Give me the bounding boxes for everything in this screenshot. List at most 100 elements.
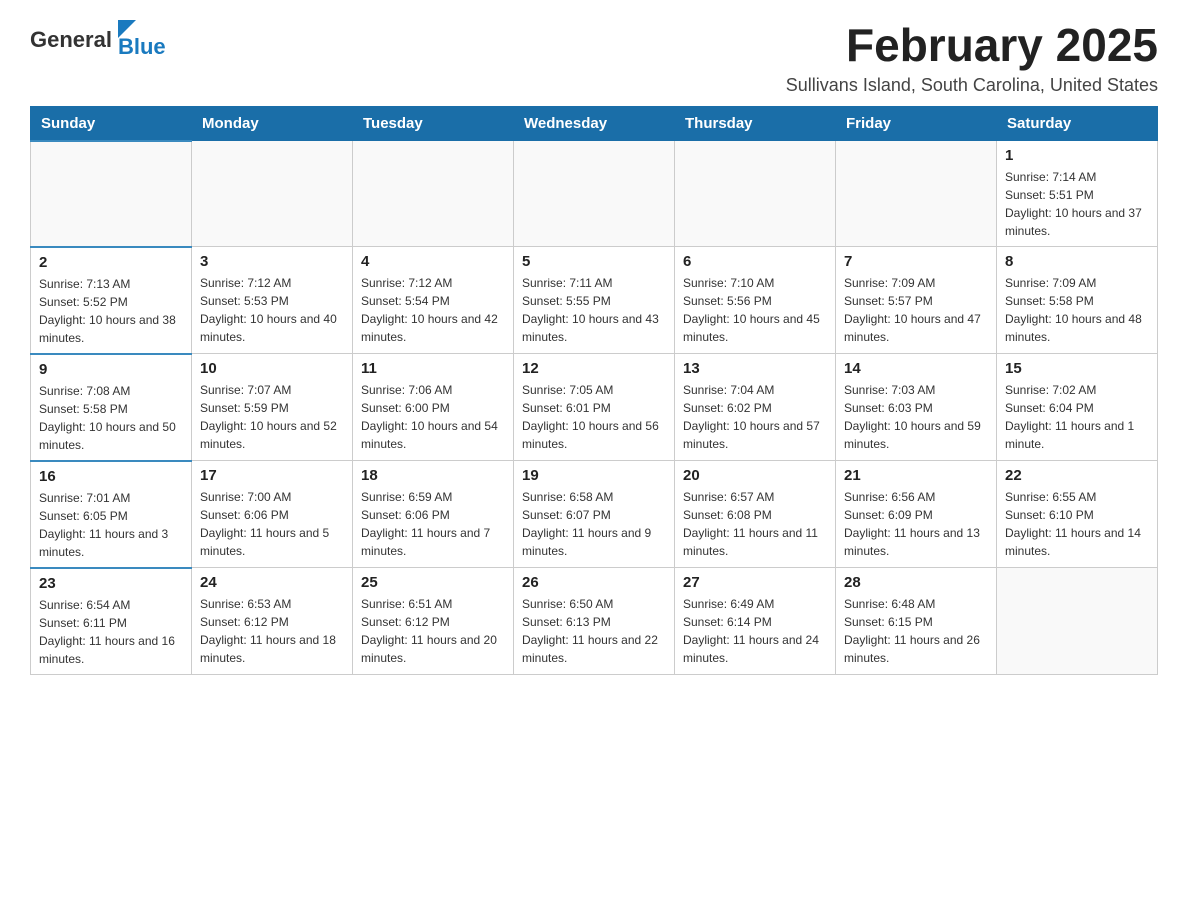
day-number: 14 <box>844 360 988 377</box>
day-number: 20 <box>683 467 827 484</box>
calendar-cell: 13 Sunrise: 7:04 AMSunset: 6:02 PMDayligh… <box>675 354 836 461</box>
calendar-cell: 27 Sunrise: 6:49 AMSunset: 6:14 PMDayligh… <box>675 568 836 675</box>
logo-blue: Blue <box>118 34 166 60</box>
calendar-cell: 17 Sunrise: 7:00 AMSunset: 6:06 PMDayligh… <box>192 461 353 568</box>
day-number: 26 <box>522 574 666 591</box>
calendar-week-row: 9Sunrise: 7:08 AMSunset: 5:58 PMDaylight… <box>31 354 1158 461</box>
calendar-cell <box>675 141 836 247</box>
day-number: 23 <box>39 575 183 592</box>
day-number: 18 <box>361 467 505 484</box>
day-number: 27 <box>683 574 827 591</box>
day-info: Sunrise: 6:56 AMSunset: 6:09 PMDaylight:… <box>844 488 988 560</box>
day-number: 6 <box>683 253 827 270</box>
day-info: Sunrise: 7:04 AMSunset: 6:02 PMDaylight:… <box>683 381 827 453</box>
weekday-header-friday: Friday <box>836 106 997 141</box>
day-number: 8 <box>1005 253 1149 270</box>
day-number: 5 <box>522 253 666 270</box>
calendar-cell: 19Sunrise: 6:58 AMSunset: 6:07 PMDayligh… <box>514 461 675 568</box>
calendar-week-row: 23 Sunrise: 6:54 AMSunset: 6:11 PMDayligh… <box>31 568 1158 675</box>
calendar-cell: 3 Sunrise: 7:12 AMSunset: 5:53 PMDaylight… <box>192 247 353 354</box>
calendar-cell <box>353 141 514 247</box>
calendar-cell <box>192 141 353 247</box>
day-info: Sunrise: 7:09 AMSunset: 5:58 PMDaylight:… <box>1005 274 1149 346</box>
calendar-cell: 14 Sunrise: 7:03 AMSunset: 6:03 PMDayligh… <box>836 354 997 461</box>
calendar-week-row: 1Sunrise: 7:14 AMSunset: 5:51 PMDaylight… <box>31 141 1158 247</box>
day-number: 17 <box>200 467 344 484</box>
location-title: Sullivans Island, South Carolina, United… <box>786 75 1158 96</box>
day-info: Sunrise: 7:09 AMSunset: 5:57 PMDaylight:… <box>844 274 988 346</box>
day-number: 21 <box>844 467 988 484</box>
day-info: Sunrise: 7:00 AMSunset: 6:06 PMDaylight:… <box>200 488 344 560</box>
day-info: Sunrise: 7:06 AMSunset: 6:00 PMDaylight:… <box>361 381 505 453</box>
weekday-header-saturday: Saturday <box>997 106 1158 141</box>
day-number: 22 <box>1005 467 1149 484</box>
calendar-cell: 15 Sunrise: 7:02 AMSunset: 6:04 PMDayligh… <box>997 354 1158 461</box>
calendar-cell: 16 Sunrise: 7:01 AMSunset: 6:05 PMDayligh… <box>31 461 192 568</box>
weekday-header-monday: Monday <box>192 106 353 141</box>
calendar-week-row: 16 Sunrise: 7:01 AMSunset: 6:05 PMDayligh… <box>31 461 1158 568</box>
weekday-header-thursday: Thursday <box>675 106 836 141</box>
day-info: Sunrise: 7:02 AMSunset: 6:04 PMDaylight:… <box>1005 381 1149 453</box>
calendar-cell: 26 Sunrise: 6:50 AMSunset: 6:13 PMDayligh… <box>514 568 675 675</box>
day-number: 11 <box>361 360 505 377</box>
calendar-cell: 2 Sunrise: 7:13 AMSunset: 5:52 PMDaylight… <box>31 247 192 354</box>
weekday-header-sunday: Sunday <box>31 106 192 141</box>
day-number: 15 <box>1005 360 1149 377</box>
day-number: 1 <box>1005 147 1149 164</box>
weekday-header-row: SundayMondayTuesdayWednesdayThursdayFrid… <box>31 106 1158 141</box>
calendar-cell <box>514 141 675 247</box>
calendar-table: SundayMondayTuesdayWednesdayThursdayFrid… <box>30 106 1158 675</box>
weekday-header-tuesday: Tuesday <box>353 106 514 141</box>
day-info: Sunrise: 7:05 AMSunset: 6:01 PMDaylight:… <box>522 381 666 453</box>
calendar-cell: 28Sunrise: 6:48 AMSunset: 6:15 PMDayligh… <box>836 568 997 675</box>
page-header: General Blue February 2025 Sullivans Isl… <box>30 20 1158 96</box>
day-number: 12 <box>522 360 666 377</box>
day-number: 9 <box>39 361 183 378</box>
calendar-cell: 22 Sunrise: 6:55 AMSunset: 6:10 PMDayligh… <box>997 461 1158 568</box>
month-title: February 2025 <box>786 20 1158 71</box>
day-number: 7 <box>844 253 988 270</box>
calendar-cell: 10 Sunrise: 7:07 AMSunset: 5:59 PMDayligh… <box>192 354 353 461</box>
calendar-cell: 6 Sunrise: 7:10 AMSunset: 5:56 PMDaylight… <box>675 247 836 354</box>
day-number: 16 <box>39 468 183 485</box>
day-info: Sunrise: 6:59 AMSunset: 6:06 PMDaylight:… <box>361 488 505 560</box>
day-info: Sunrise: 7:13 AMSunset: 5:52 PMDaylight:… <box>39 275 183 347</box>
title-block: February 2025 Sullivans Island, South Ca… <box>786 20 1158 96</box>
calendar-cell: 4Sunrise: 7:12 AMSunset: 5:54 PMDaylight… <box>353 247 514 354</box>
calendar-cell: 9Sunrise: 7:08 AMSunset: 5:58 PMDaylight… <box>31 354 192 461</box>
calendar-cell: 5 Sunrise: 7:11 AMSunset: 5:55 PMDaylight… <box>514 247 675 354</box>
day-number: 10 <box>200 360 344 377</box>
logo: General Blue <box>30 20 166 60</box>
day-info: Sunrise: 7:01 AMSunset: 6:05 PMDaylight:… <box>39 489 183 561</box>
day-info: Sunrise: 6:48 AMSunset: 6:15 PMDaylight:… <box>844 595 988 667</box>
calendar-cell: 18 Sunrise: 6:59 AMSunset: 6:06 PMDayligh… <box>353 461 514 568</box>
calendar-cell: 24Sunrise: 6:53 AMSunset: 6:12 PMDayligh… <box>192 568 353 675</box>
calendar-cell: 7 Sunrise: 7:09 AMSunset: 5:57 PMDaylight… <box>836 247 997 354</box>
day-info: Sunrise: 7:12 AMSunset: 5:53 PMDaylight:… <box>200 274 344 346</box>
day-info: Sunrise: 7:12 AMSunset: 5:54 PMDaylight:… <box>361 274 505 346</box>
day-number: 2 <box>39 254 183 271</box>
day-info: Sunrise: 6:50 AMSunset: 6:13 PMDaylight:… <box>522 595 666 667</box>
day-info: Sunrise: 6:54 AMSunset: 6:11 PMDaylight:… <box>39 596 183 668</box>
calendar-cell <box>31 141 192 247</box>
calendar-cell: 20 Sunrise: 6:57 AMSunset: 6:08 PMDayligh… <box>675 461 836 568</box>
day-info: Sunrise: 6:49 AMSunset: 6:14 PMDaylight:… <box>683 595 827 667</box>
day-info: Sunrise: 7:10 AMSunset: 5:56 PMDaylight:… <box>683 274 827 346</box>
day-info: Sunrise: 7:11 AMSunset: 5:55 PMDaylight:… <box>522 274 666 346</box>
calendar-cell: 8 Sunrise: 7:09 AMSunset: 5:58 PMDaylight… <box>997 247 1158 354</box>
calendar-cell: 1Sunrise: 7:14 AMSunset: 5:51 PMDaylight… <box>997 141 1158 247</box>
calendar-cell <box>997 568 1158 675</box>
day-number: 24 <box>200 574 344 591</box>
day-info: Sunrise: 6:57 AMSunset: 6:08 PMDaylight:… <box>683 488 827 560</box>
calendar-cell: 23 Sunrise: 6:54 AMSunset: 6:11 PMDayligh… <box>31 568 192 675</box>
day-info: Sunrise: 6:55 AMSunset: 6:10 PMDaylight:… <box>1005 488 1149 560</box>
logo-general: General <box>30 27 112 53</box>
day-number: 13 <box>683 360 827 377</box>
calendar-cell: 11 Sunrise: 7:06 AMSunset: 6:00 PMDayligh… <box>353 354 514 461</box>
day-info: Sunrise: 7:03 AMSunset: 6:03 PMDaylight:… <box>844 381 988 453</box>
calendar-cell: 12 Sunrise: 7:05 AMSunset: 6:01 PMDayligh… <box>514 354 675 461</box>
day-number: 3 <box>200 253 344 270</box>
day-info: Sunrise: 6:58 AMSunset: 6:07 PMDaylight:… <box>522 488 666 560</box>
day-info: Sunrise: 7:07 AMSunset: 5:59 PMDaylight:… <box>200 381 344 453</box>
day-number: 25 <box>361 574 505 591</box>
